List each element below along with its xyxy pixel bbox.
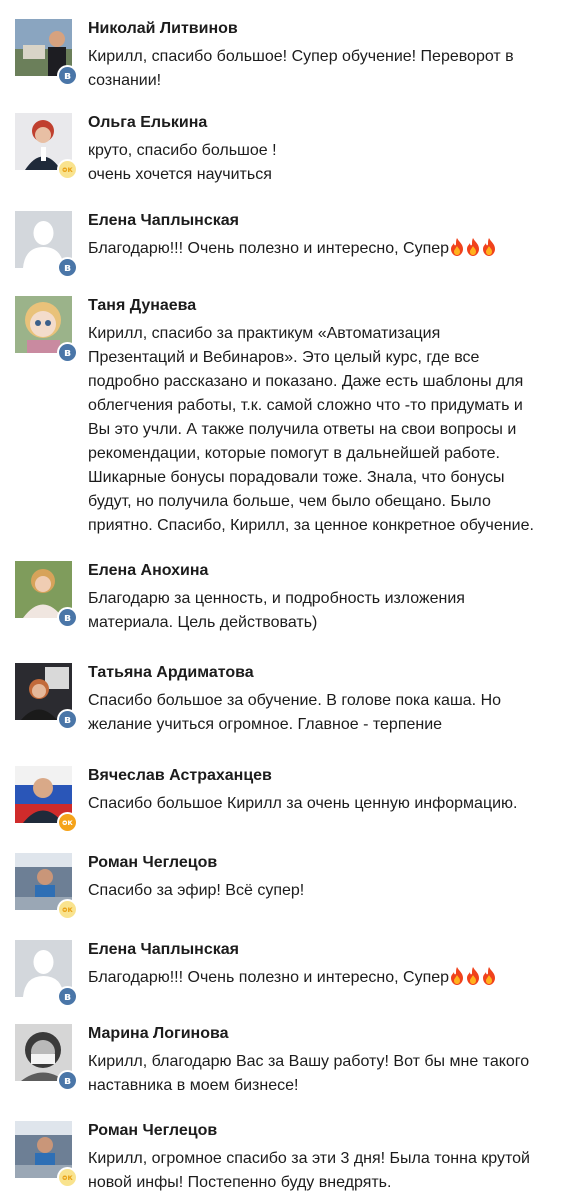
commenter-name[interactable]: Марина Логинова <box>88 1024 229 1043</box>
vk-badge-icon: в <box>57 342 78 363</box>
vk-badge-icon: в <box>57 257 78 278</box>
commenter-name[interactable]: Роман Чеглецов <box>88 853 217 872</box>
comment-text: Благодарю за ценность, и подробность изл… <box>88 590 465 631</box>
commenter-name[interactable]: Елена Чаплынская <box>88 211 239 230</box>
comment-text-body: Благодарю!!! Очень полезно и интересно, … <box>88 240 450 257</box>
fire-emoji-icon <box>449 238 497 257</box>
commenter-name[interactable]: Николай Литвинов <box>88 19 238 38</box>
vk-badge-icon: в <box>57 1070 78 1091</box>
odnoklassniki-badge-icon: ᴑк <box>57 159 78 180</box>
odnoklassniki-badge-icon: ᴑк <box>57 899 78 920</box>
comment-text: Кирилл, спасибо большое! Супер обучение!… <box>88 48 514 89</box>
comment-text: Благодарю!!! Очень полезно и интересно, … <box>88 237 568 261</box>
comment-text: Кирилл, огромное спасибо за эти 3 дня! Б… <box>88 1150 530 1191</box>
commenter-name[interactable]: Елена Анохина <box>88 561 208 580</box>
commenter-name[interactable]: Роман Чеглецов <box>88 1121 217 1140</box>
fire-emoji-icon <box>449 967 497 986</box>
comment-text: Спасибо большое за обучение. В голове по… <box>88 692 502 733</box>
comment-text: Кирилл, благодарю Вас за Вашу работу! Во… <box>88 1053 530 1094</box>
odnoklassniki-badge-icon: ᴑк <box>57 812 78 833</box>
commenter-name[interactable]: Ольга Елькина <box>88 113 207 132</box>
comments-feed: в Николай Литвинов Кирилл, спасибо больш… <box>0 0 580 1201</box>
commenter-name[interactable]: Елена Чаплынская <box>88 940 239 959</box>
vk-badge-icon: в <box>57 709 78 730</box>
comment-text: круто, спасибо большое ! очень хочется н… <box>88 142 277 183</box>
commenter-name[interactable]: Таня Дунаева <box>88 296 196 315</box>
comment-text: Благодарю!!! Очень полезно и интересно, … <box>88 966 568 990</box>
vk-badge-icon: в <box>57 65 78 86</box>
comment-text-body: Благодарю!!! Очень полезно и интересно, … <box>88 969 450 986</box>
odnoklassniki-badge-icon: ᴑк <box>57 1167 78 1188</box>
vk-badge-icon: в <box>57 607 78 628</box>
comment-text: Спасибо за эфир! Всё супер! <box>88 882 305 899</box>
comment-text: Кирилл, спасибо за практикум «Автоматиза… <box>88 325 534 534</box>
commenter-name[interactable]: Татьяна Ардиматова <box>88 663 254 682</box>
vk-badge-icon: в <box>57 986 78 1007</box>
commenter-name[interactable]: Вячеслав Астраханцев <box>88 766 272 785</box>
comment-text: Спасибо большое Кирилл за очень ценную и… <box>88 795 518 812</box>
